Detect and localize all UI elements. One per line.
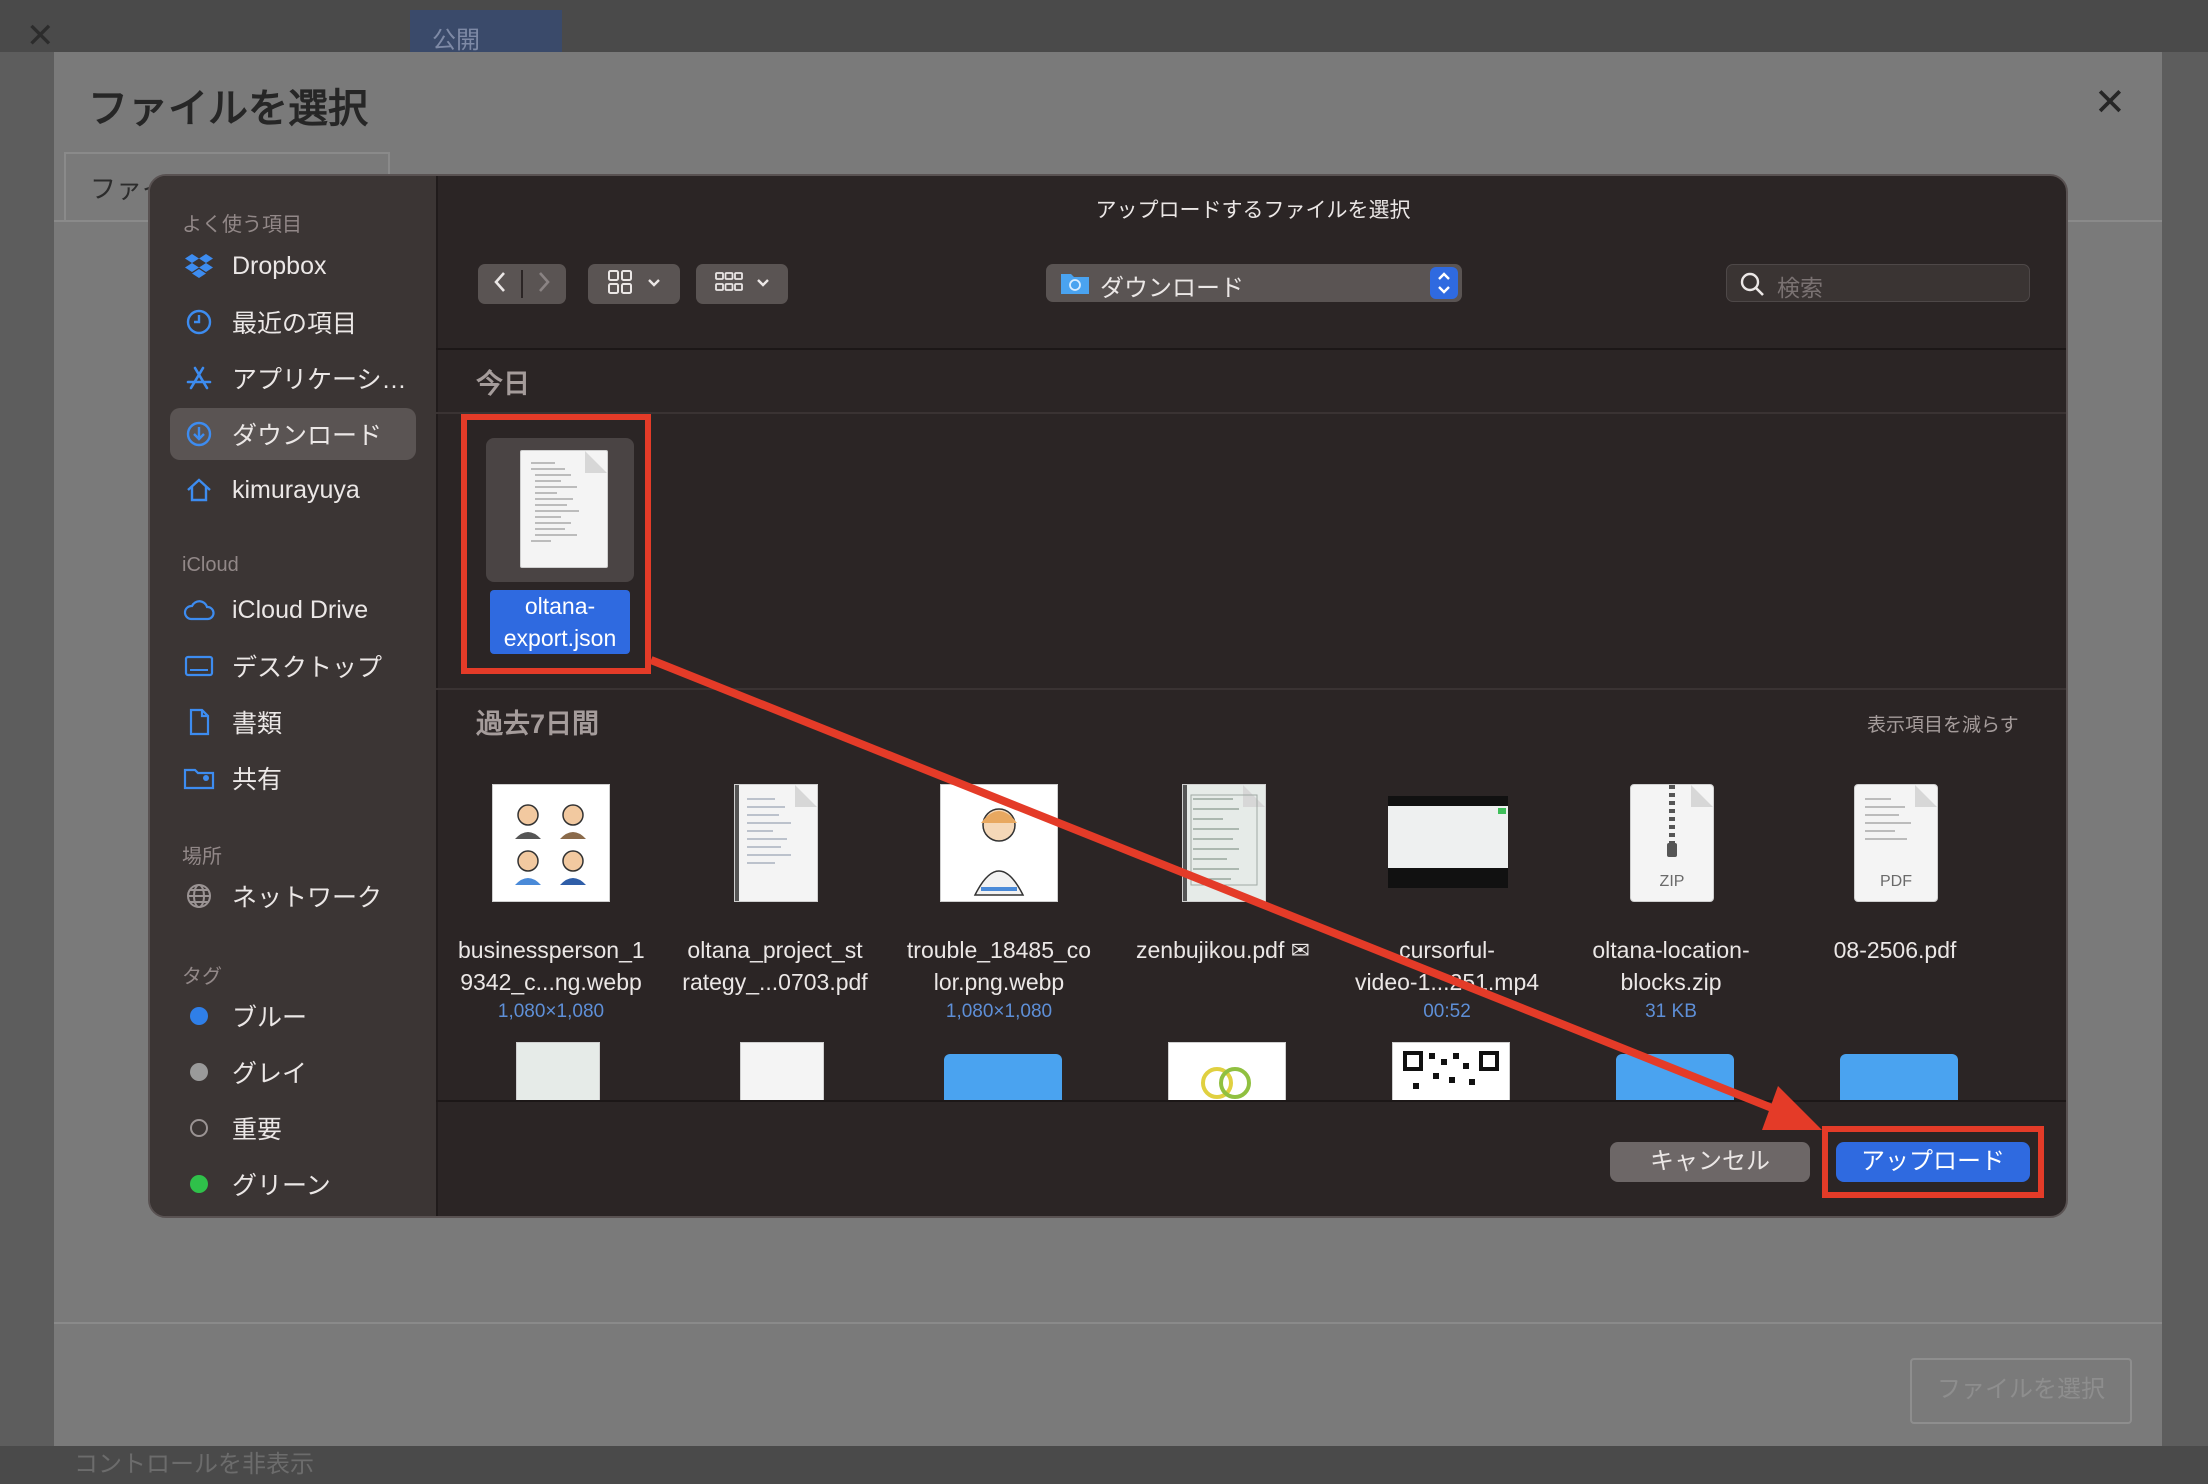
annotation-arrow-icon <box>649 656 1822 1130</box>
